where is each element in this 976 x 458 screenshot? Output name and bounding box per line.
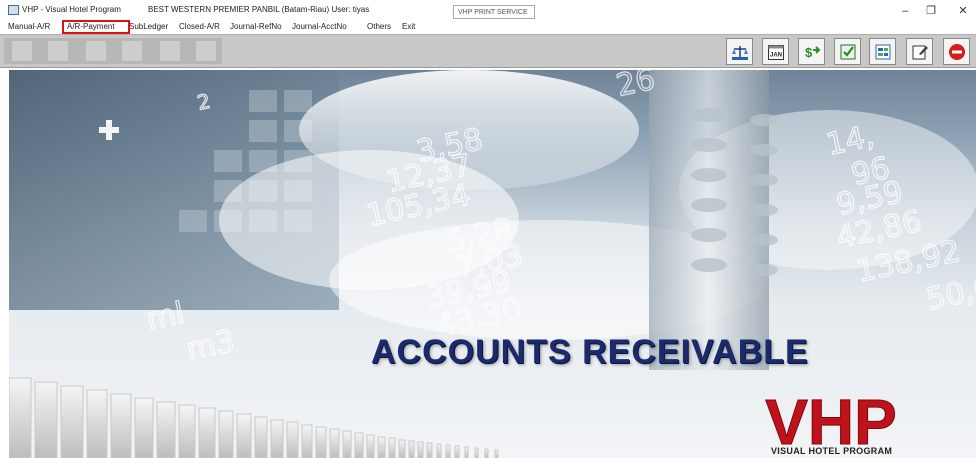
- menu-subledger[interactable]: SubLedger: [129, 22, 168, 31]
- calendar-button[interactable]: JAN: [762, 38, 789, 65]
- menu-bar: Manual-A/R A/R-Payment SubLedger Closed-…: [0, 20, 976, 34]
- menu-others[interactable]: Others: [367, 22, 391, 31]
- app-icon: [8, 5, 19, 15]
- stop-icon: [948, 43, 965, 60]
- help-icon: [48, 41, 68, 61]
- search-icon: [122, 41, 142, 61]
- app-title: VHP - Visual Hotel Program: [22, 5, 121, 14]
- new-icon: [12, 41, 32, 61]
- book-icon: [86, 41, 106, 61]
- scale-icon: [731, 45, 748, 60]
- menu-exit[interactable]: Exit: [402, 22, 415, 31]
- menu-journal-refno[interactable]: Journal-RefNo: [230, 22, 282, 31]
- money-button[interactable]: $: [798, 38, 825, 65]
- toolbar-disabled-group: [4, 38, 222, 64]
- report-button[interactable]: [869, 38, 896, 65]
- calendar-jan-icon: JAN: [767, 44, 784, 60]
- hotel-user-info: BEST WESTERN PREMIER PANBIL (Batam-Riau)…: [148, 5, 370, 14]
- banner-title: ACCOUNTS RECEIVABLE: [371, 333, 809, 371]
- checklist-button[interactable]: [834, 38, 861, 65]
- calendar-label: JAN: [769, 52, 781, 58]
- menu-manual-ar[interactable]: Manual-A/R: [8, 22, 50, 31]
- edit-button[interactable]: [906, 38, 933, 65]
- close-window-button[interactable]: ✕: [948, 0, 976, 20]
- trash-icon: [160, 41, 180, 61]
- scale-button[interactable]: [726, 38, 753, 65]
- menu-closed-ar[interactable]: Closed-A/R: [179, 22, 220, 31]
- bg-number: m3: [183, 324, 238, 368]
- menu-ar-payment[interactable]: A/R-Payment: [67, 22, 115, 31]
- title-bar: VHP - Visual Hotel Program BEST WESTERN …: [0, 0, 976, 20]
- print-icon: [196, 41, 216, 61]
- print-service-field[interactable]: VHP PRINT SERVICE: [453, 5, 535, 19]
- report-icon: [875, 44, 890, 59]
- bg-number: 50,6: [923, 270, 976, 318]
- money-icon: $: [805, 45, 820, 60]
- bg-number: ml: [143, 296, 187, 338]
- menu-journal-acctno[interactable]: Journal-AcctNo: [292, 22, 347, 31]
- svg-text:$: $: [805, 45, 813, 60]
- edit-icon: [912, 45, 928, 59]
- stop-button[interactable]: [943, 38, 970, 65]
- checklist-icon: [840, 44, 855, 59]
- maximize-button[interactable]: ❐: [916, 0, 946, 20]
- toolbar: JAN $: [0, 34, 976, 68]
- vhp-tagline: VISUAL HOTEL PROGRAM: [771, 446, 893, 456]
- main-banner: 3,58 12,37 105,34 5,28 7,03 39,99 43,30 …: [9, 70, 976, 458]
